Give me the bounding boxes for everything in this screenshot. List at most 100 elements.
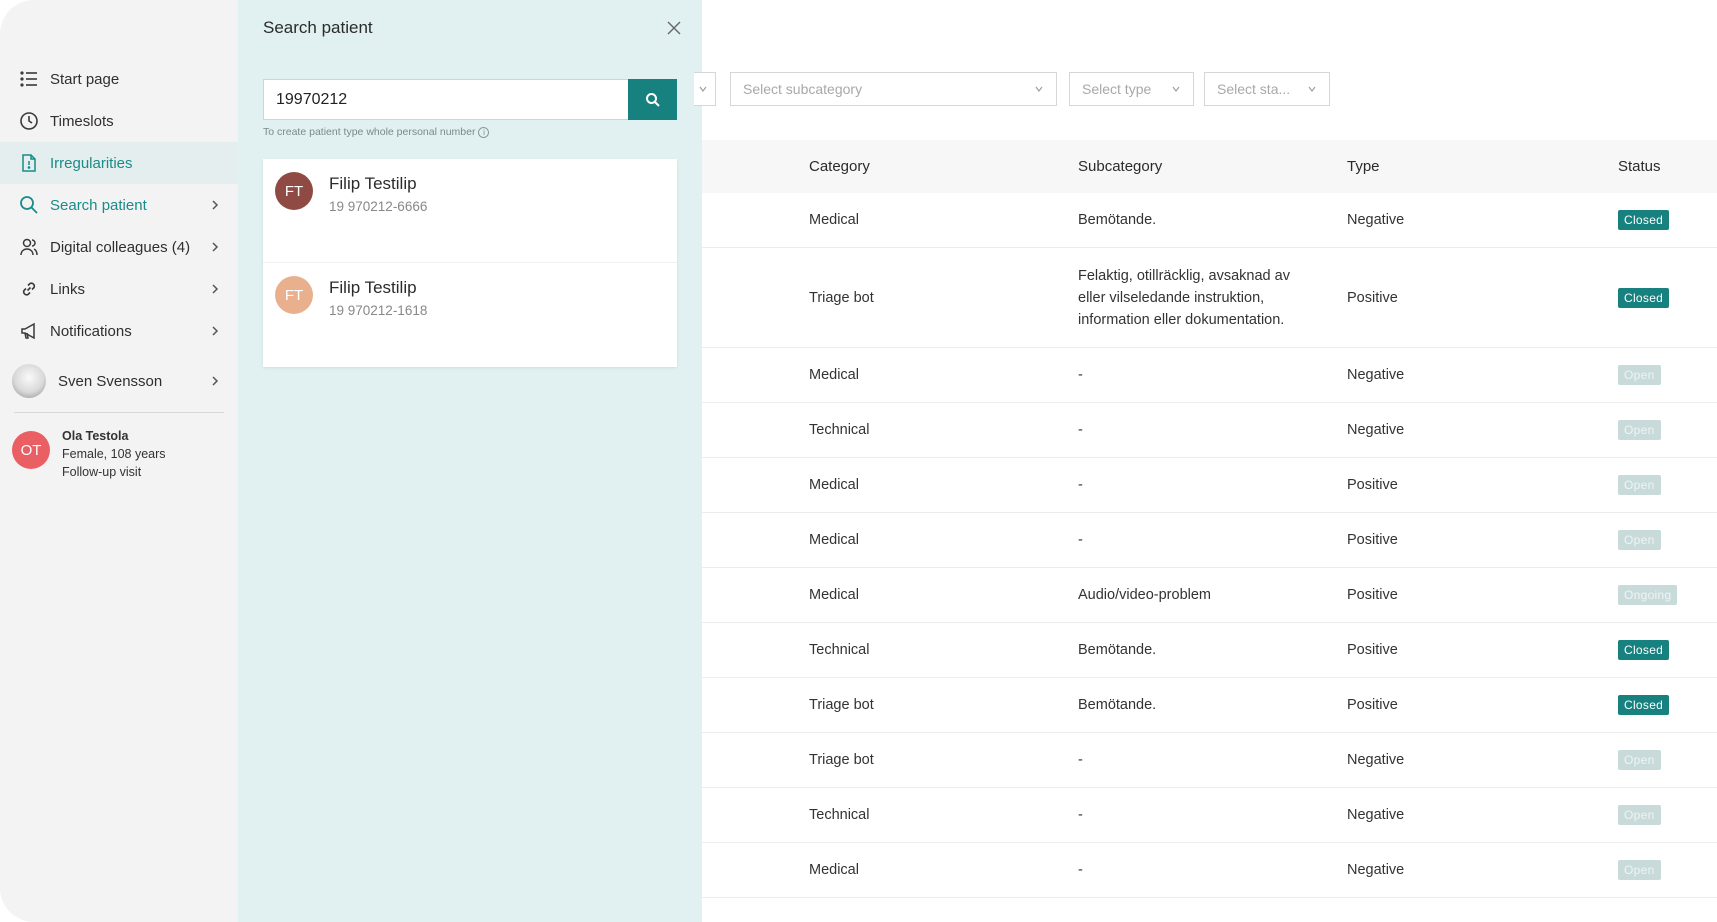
cell-category: Triage bot: [809, 752, 874, 768]
cell-subcategory: Bemötande.: [1078, 212, 1157, 228]
sidebar-item-irregularities[interactable]: Irregularities: [0, 142, 238, 184]
sidebar-nav: Start page Timeslots Irregularities Sear…: [0, 58, 238, 495]
table-row[interactable]: Medical Bemötande. Negative Closed: [702, 193, 1717, 248]
chevron-down-icon: [1172, 86, 1180, 92]
sidebar-item-label: Irregularities: [50, 154, 133, 172]
cell-type: Negative: [1347, 212, 1405, 228]
search-box: [263, 79, 677, 120]
close-icon[interactable]: [666, 20, 682, 36]
subcategory-filter-select[interactable]: Select subcategory: [730, 72, 1057, 106]
cell-category: Medical: [809, 532, 859, 548]
search-result-item[interactable]: FT Filip Testilip 19 970212-6666: [263, 159, 677, 263]
category-filter-select[interactable]: [694, 72, 716, 106]
search-button[interactable]: [628, 79, 677, 120]
sidebar-item-digital-colleagues[interactable]: Digital colleagues (4): [0, 226, 238, 268]
sidebar-item-label: Links: [50, 280, 86, 298]
table-row[interactable]: Medical - Negative Open: [702, 348, 1717, 403]
table-row[interactable]: Technical - Negative Open: [702, 788, 1717, 843]
cell-category: Medical: [809, 587, 859, 603]
status-badge: Closed: [1618, 695, 1670, 715]
irregularities-main: Select subcategory Select type Select st…: [694, 0, 1717, 922]
sidebar-item-links[interactable]: Links: [0, 268, 238, 310]
cell-type: Positive: [1347, 289, 1398, 306]
table-row[interactable]: Triage bot - Negative Open: [702, 733, 1717, 788]
cell-type: Positive: [1347, 697, 1398, 713]
cell-subcategory: Bemötande.: [1078, 642, 1157, 658]
header-status[interactable]: Status: [1618, 158, 1661, 175]
status-badge: Open: [1618, 420, 1661, 440]
chevron-down-icon: [1308, 86, 1316, 92]
result-personal-number: 19 970212-6666: [329, 199, 428, 214]
result-personal-number: 19 970212-1618: [329, 303, 428, 318]
chevron-down-icon: [699, 86, 707, 92]
filter-bar: Select subcategory Select type Select st…: [694, 72, 1717, 106]
cell-subcategory: Bemötande.: [1078, 697, 1157, 713]
cell-category: Medical: [809, 862, 859, 878]
search-icon: [18, 194, 40, 216]
table-row[interactable]: Medical - Positive Open: [702, 458, 1717, 513]
current-patient-card[interactable]: OT Ola Testola Female, 108 years Follow-…: [0, 413, 238, 495]
cell-subcategory: -: [1078, 477, 1083, 493]
cell-subcategory: -: [1078, 532, 1083, 548]
table-row[interactable]: Medical - Positive Open: [702, 513, 1717, 568]
megaphone-icon: [18, 320, 40, 342]
table-row[interactable]: Triage bot Felaktig, otillräcklig, avsakn…: [702, 248, 1717, 348]
table-row[interactable]: Technical - Negative Open: [702, 403, 1717, 458]
cell-type: Positive: [1347, 477, 1398, 493]
status-badge: Open: [1618, 475, 1661, 495]
result-avatar: FT: [275, 276, 313, 314]
cell-type: Negative: [1347, 862, 1405, 878]
chevron-right-icon: [212, 376, 219, 386]
cell-category: Medical: [809, 367, 859, 383]
cell-type: Positive: [1347, 642, 1398, 658]
header-category[interactable]: Category: [809, 158, 870, 175]
cell-category: Technical: [809, 422, 870, 438]
search-patient-panel: Search patient To create patient type wh…: [238, 0, 702, 922]
cell-type: Negative: [1347, 422, 1405, 438]
table-row[interactable]: Technical Bemötande. Positive Closed: [702, 623, 1717, 678]
cell-type: Negative: [1347, 752, 1405, 768]
sidebar-item-start-page[interactable]: Start page: [0, 58, 238, 100]
cell-category: Technical: [809, 642, 870, 658]
table-row[interactable]: Medical Audio/video-problem Positive Ongoin…: [702, 568, 1717, 623]
table-row[interactable]: Medical - Negative Open: [702, 843, 1717, 898]
patient-info: Ola Testola Female, 108 years Follow-up …: [62, 427, 166, 481]
cell-subcategory: -: [1078, 862, 1083, 878]
status-badge: Ongoing: [1618, 585, 1678, 605]
sidebar: Start page Timeslots Irregularities Sear…: [0, 0, 238, 922]
info-icon[interactable]: i: [478, 126, 490, 138]
status-filter-select[interactable]: Select sta...: [1204, 72, 1330, 106]
cell-category: Triage bot: [809, 289, 874, 306]
header-type[interactable]: Type: [1347, 158, 1380, 175]
chevron-right-icon: [212, 200, 219, 210]
clock-icon: [18, 110, 40, 132]
search-icon: [645, 92, 660, 107]
status-badge: Closed: [1618, 210, 1670, 230]
sidebar-item-label: Digital colleagues (4): [50, 238, 191, 256]
result-name: Filip Testilip: [329, 278, 417, 297]
type-filter-select[interactable]: Select type: [1069, 72, 1194, 106]
cell-type: Positive: [1347, 532, 1398, 548]
sidebar-item-label: Timeslots: [50, 112, 114, 130]
panel-title: Search patient: [263, 18, 373, 37]
cell-category: Technical: [809, 807, 870, 823]
status-badge: Closed: [1618, 287, 1670, 308]
search-hint: To create patient type whole personal nu…: [263, 126, 490, 138]
search-input[interactable]: [263, 79, 628, 120]
chevron-right-icon: [212, 284, 219, 294]
result-avatar: FT: [275, 172, 313, 210]
sidebar-user-profile[interactable]: Sven Svensson: [0, 356, 238, 406]
sidebar-item-notifications[interactable]: Notifications: [0, 310, 238, 352]
chevron-down-icon: [1035, 86, 1043, 92]
cell-subcategory: -: [1078, 422, 1083, 438]
cell-category: Triage bot: [809, 697, 874, 713]
list-icon: [18, 68, 40, 90]
table-row[interactable]: Triage bot Bemötande. Positive Closed: [702, 678, 1717, 733]
sidebar-item-timeslots[interactable]: Timeslots: [0, 100, 238, 142]
cell-subcategory: -: [1078, 752, 1083, 768]
header-subcategory[interactable]: Subcategory: [1078, 158, 1162, 175]
people-icon: [18, 236, 40, 258]
search-result-item[interactable]: FT Filip Testilip 19 970212-1618: [263, 263, 677, 367]
patient-details: Female, 108 years: [62, 447, 166, 461]
sidebar-item-search-patient[interactable]: Search patient: [0, 184, 238, 226]
